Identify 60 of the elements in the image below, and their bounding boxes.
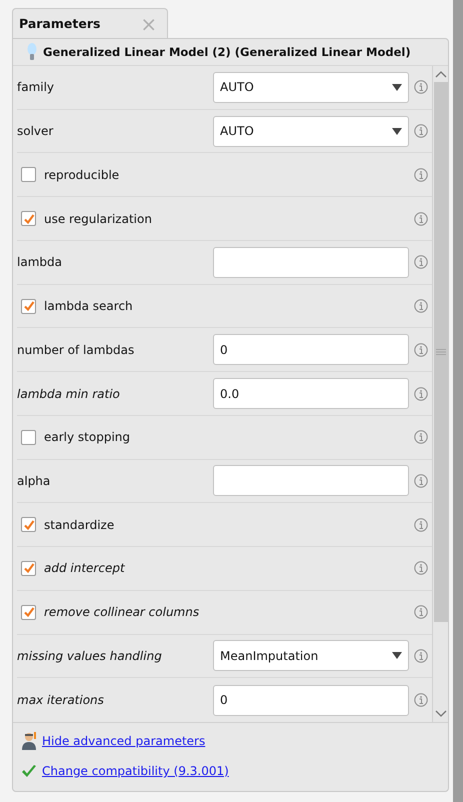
parameter-label: missing values handling — [17, 648, 162, 663]
tab-label: Parameters — [19, 16, 100, 31]
input-field[interactable]: 0 — [213, 334, 409, 366]
parameters-tab[interactable]: Parameters × — [12, 8, 168, 38]
checkbox-label: standardize — [44, 518, 114, 532]
checkbox[interactable] — [21, 604, 36, 620]
parameter-label: alpha — [17, 474, 50, 488]
scroll-up-icon[interactable] — [434, 70, 446, 78]
info-icon[interactable] — [414, 648, 428, 663]
info-icon[interactable] — [414, 299, 428, 314]
input-field[interactable]: 0 — [213, 684, 409, 716]
dropdown-arrow-icon — [392, 652, 402, 660]
info-icon[interactable] — [414, 386, 428, 400]
info-icon[interactable] — [414, 124, 428, 138]
info-icon[interactable] — [414, 474, 428, 488]
checkbox[interactable] — [21, 298, 36, 314]
info-icon[interactable] — [414, 605, 428, 620]
input-field[interactable]: 0.0 — [213, 378, 409, 409]
person-icon — [21, 732, 37, 750]
info-icon[interactable] — [414, 342, 428, 357]
info-icon[interactable] — [414, 80, 428, 94]
input-field[interactable] — [213, 465, 409, 496]
info-icon[interactable] — [414, 212, 428, 226]
scroll-down-icon[interactable] — [434, 710, 446, 718]
operator-title: Generalized Linear Model (2) (Generalized Linear Model) — [43, 45, 411, 59]
dropdown-arrow-icon — [392, 84, 402, 91]
parameter-label: max iterations — [17, 693, 104, 708]
checkbox[interactable] — [21, 560, 36, 576]
info-icon[interactable] — [414, 255, 428, 270]
checkbox-label: add intercept — [44, 561, 125, 576]
info-icon[interactable] — [414, 561, 428, 576]
parameter-label: family — [17, 80, 54, 94]
dropdown-arrow-icon — [392, 128, 402, 135]
input-field[interactable] — [213, 246, 409, 278]
info-icon[interactable] — [414, 168, 428, 182]
parameter-label: number of lambdas — [17, 342, 134, 357]
checkbox-label: reproducible — [44, 168, 120, 182]
checkmark-icon — [21, 764, 37, 778]
dropdown[interactable]: MeanImputation — [213, 640, 409, 672]
checkbox[interactable] — [21, 211, 36, 226]
parameter-label: lambda — [17, 255, 62, 270]
checkbox-label: early stopping — [44, 430, 130, 444]
scrollbar[interactable] — [432, 66, 448, 722]
checkbox-label: lambda search — [44, 299, 133, 314]
lightbulb-icon — [27, 43, 37, 61]
info-icon[interactable] — [414, 430, 428, 444]
info-icon[interactable] — [414, 693, 428, 708]
parameter-label: lambda min ratio — [17, 386, 120, 400]
checkbox[interactable] — [21, 167, 36, 182]
checkbox-label: remove collinear columns — [44, 605, 200, 620]
footer-link[interactable]: Hide advanced parameters — [42, 734, 206, 748]
checkbox[interactable] — [21, 430, 36, 445]
footer-link[interactable]: Change compatibility (9.3.001) — [42, 764, 229, 778]
parameter-label: solver — [17, 124, 54, 138]
checkbox[interactable] — [21, 517, 36, 532]
checkbox-label: use regularization — [44, 212, 152, 226]
dropdown[interactable]: AUTO — [213, 116, 409, 147]
info-icon[interactable] — [414, 518, 428, 532]
scroll-thumb[interactable] — [434, 82, 448, 622]
dropdown[interactable]: AUTO — [213, 72, 409, 103]
